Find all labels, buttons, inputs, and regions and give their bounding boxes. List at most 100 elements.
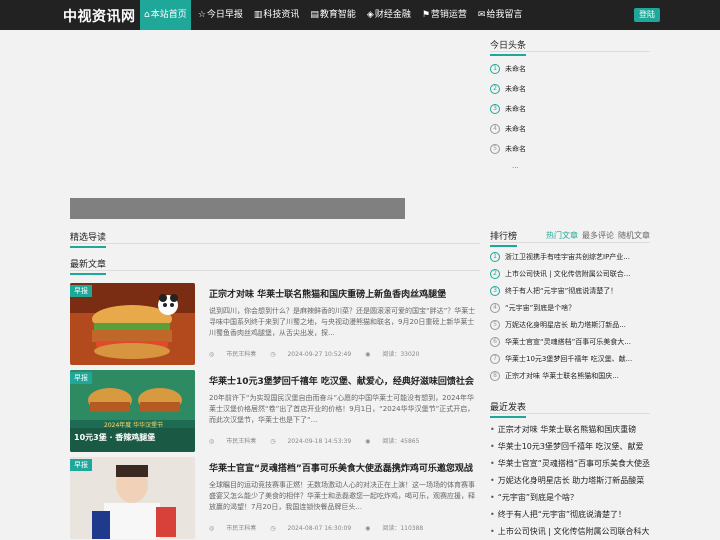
nav-label: 教育智能 [319, 10, 356, 20]
rank-item[interactable]: 7 华莱士10元3堡梦回千禧年 吃汉堡、献... [490, 350, 650, 367]
item-title: 上市公司快讯 | 文化传信附属公司联合科大 [497, 527, 650, 536]
thumbnail-caption: 10元3堡 · 香辣鸡腿堡 [74, 433, 156, 442]
nav-label: 本站首页 [150, 10, 187, 20]
bullet-icon: • [490, 459, 495, 468]
rank-heading: 排行榜 [490, 229, 518, 247]
article-date: 2024-09-27 10:52:49 [287, 351, 352, 358]
item-title: 万妮达化身明星店长 助力塔斯汀新品酸菜 [497, 476, 645, 485]
article-thumbnail[interactable]: 早报 [70, 283, 195, 365]
rank-item[interactable]: 8 正宗才对味 华莱士联名熊猫和国庆... [490, 367, 650, 384]
article-date: 2024-08-07 16:30:09 [287, 525, 352, 532]
rank-item[interactable]: 6 华莱士官宣“灵魂搭档”百事可乐美食大... [490, 333, 650, 350]
tab-hot[interactable]: 热门文章 [546, 231, 578, 240]
rank-item[interactable]: 4 “元宇宙”到底是个啥？ [490, 299, 650, 316]
rank-number: 3 [490, 285, 500, 296]
recent-item[interactable]: • 上市公司快讯 | 文化传信附属公司联合科大 [490, 523, 650, 540]
rank-item[interactable]: 2 上市公司快讯 | 文化传信附属公司联合... [490, 265, 650, 282]
today-heading-bar: 今日头条 [490, 38, 650, 56]
nav-finance[interactable]: ◈财经金融 [363, 0, 415, 30]
star-icon: ☆ [197, 10, 206, 20]
today-list: 1 未命名 2 未命名 3 未命名 4 未命名 5 未命名 [490, 59, 650, 159]
recent-heading-bar: 最近发表 [490, 400, 650, 418]
thumbnail-badge: 2024年度 华华汉堡节 [104, 422, 164, 429]
login-button[interactable]: 登陆 [634, 8, 660, 22]
article-tag: 早报 [70, 459, 92, 471]
recent-heading: 最近发表 [490, 400, 527, 418]
rank-number: 4 [490, 302, 500, 313]
rank-number: 2 [490, 268, 500, 279]
today-item[interactable]: 5 未命名 [490, 139, 650, 159]
bullet-icon: • [490, 476, 495, 485]
article-card[interactable]: 10元3堡 · 香辣鸡腿堡 2024年度 华华汉堡节 早报 华莱士10元3堡梦回… [70, 370, 480, 454]
item-title: 华莱士官宣“灵魂搭档”百事可乐美食大... [505, 337, 631, 346]
article-thumbnail[interactable]: 10元3堡 · 香辣鸡腿堡 2024年度 华华汉堡节 早报 [70, 370, 195, 452]
recent-item[interactable]: • 华莱士10元3堡梦回千禧年 吃汉堡、献爱 [490, 438, 650, 455]
nav-morning-news[interactable]: ☆今日早报 [194, 0, 247, 30]
item-title: 正宗才对味 华莱士联名熊猫和国庆重磅 [497, 425, 637, 434]
bullet-icon: • [490, 425, 495, 434]
today-item[interactable]: 4 未命名 [490, 119, 650, 139]
nav-message[interactable]: ✉给我留言 [474, 0, 527, 30]
article-title[interactable]: 华莱士10元3堡梦回千禧年 吃汉堡、献爱心，经典好滋味回馈社会 [209, 374, 479, 387]
clock-icon: ◷ [270, 525, 276, 532]
ad-banner[interactable] [70, 198, 405, 219]
article-views: 阅读：45865 [382, 438, 420, 445]
recent-item[interactable]: • “元宇宙”到底是个啥？ [490, 489, 650, 506]
today-item[interactable]: 3 未命名 [490, 99, 650, 119]
clock-icon: ◷ [270, 351, 276, 358]
rank-number: 6 [490, 336, 500, 347]
latest-heading-bar: 最新文章 [70, 257, 480, 275]
author-icon: ◎ [209, 525, 215, 532]
rank-number: 5 [490, 319, 500, 330]
article-card[interactable]: 早报 正宗才对味 华莱士联名熊猫和国庆重磅上新鱼香肉丝鸡腿堡 说到四川，你会想到… [70, 283, 480, 367]
latest-heading: 最新文章 [70, 257, 107, 275]
rank-number: 4 [490, 124, 500, 134]
today-item[interactable]: 2 未命名 [490, 79, 650, 99]
author-icon: ◎ [209, 351, 215, 358]
article-thumbnail[interactable]: 早报 [70, 457, 195, 539]
today-item[interactable]: 1 未命名 [490, 59, 650, 79]
article-meta: ◎ 市民王科奏 ◷ 2024-08-07 16:30:09 ◉ 阅读：110388 [209, 523, 479, 532]
rank-heading-bar: 排行榜 热门文章 最多评论 随机文章 [490, 229, 650, 247]
nav-marketing[interactable]: ⚑营销运营 [418, 0, 471, 30]
rank-item[interactable]: 5 万妮达化身明星店长 助力塔斯汀新品... [490, 316, 650, 333]
mail-icon: ✉ [477, 10, 486, 20]
article-excerpt: 20年前许下“为实现国民汉堡自由而奋斗”心愿的中国华莱士可能没有想到，2024年… [209, 394, 475, 424]
nav-label: 营销运营 [430, 10, 467, 20]
rank-item[interactable]: 3 终于有人把“元宇宙”彻底说清楚了！ [490, 282, 650, 299]
more-indicator: ... [512, 162, 519, 170]
article-title[interactable]: 正宗才对味 华莱士联名熊猫和国庆重磅上新鱼香肉丝鸡腿堡 [209, 287, 479, 300]
recent-item[interactable]: • 华莱士官宣“灵魂搭档”百事可乐美食大使丞 [490, 455, 650, 472]
nav-tech[interactable]: ▥科技资讯 [250, 0, 304, 30]
tab-most-comments[interactable]: 最多评论 [582, 231, 614, 240]
rank-number: 1 [490, 251, 500, 262]
rank-number: 7 [490, 353, 500, 364]
item-title: 万妮达化身明星店长 助力塔斯汀新品... [505, 320, 626, 329]
article-card[interactable]: 早报 华莱士官宣“灵魂搭档”百事可乐美食大使丞磊携炸鸡可乐邀您观战 全球瞩目的运… [70, 457, 480, 540]
recent-item[interactable]: • 万妮达化身明星店长 助力塔斯汀新品酸菜 [490, 472, 650, 489]
briefcase-icon: ▤ [310, 10, 319, 20]
article-meta: ◎ 市民王科奏 ◷ 2024-09-27 10:52:49 ◉ 阅读：33020 [209, 349, 479, 358]
nav-label: 今日早报 [206, 10, 243, 20]
recent-item[interactable]: • 正宗才对味 华莱士联名熊猫和国庆重磅 [490, 421, 650, 438]
recent-list: • 正宗才对味 华莱士联名熊猫和国庆重磅 • 华莱士10元3堡梦回千禧年 吃汉堡、献… [490, 421, 650, 540]
nav-home[interactable]: ⌂本站首页 [140, 0, 191, 30]
article-date: 2024-09-18 14:53:39 [287, 438, 352, 445]
tab-random[interactable]: 随机文章 [618, 231, 650, 240]
clock-icon: ◷ [270, 438, 276, 445]
rank-item[interactable]: 1 浙江卫视携手有哇宇宙共创综艺IP产业... [490, 248, 650, 265]
rank-tabs: 热门文章 最多评论 随机文章 [542, 230, 650, 241]
recent-item[interactable]: • 终于有人把“元宇宙”彻底说清楚了！ [490, 506, 650, 523]
chart-icon: ▥ [253, 10, 263, 20]
item-title: 终于有人把“元宇宙”彻底说清楚了！ [505, 286, 618, 295]
item-title: 未命名 [505, 105, 526, 113]
article-meta: ◎ 市民王科奏 ◷ 2024-09-18 14:53:39 ◉ 阅读：45865 [209, 436, 479, 445]
item-title: 浙江卫视携手有哇宇宙共创综艺IP产业... [505, 252, 630, 261]
money-icon: ◈ [366, 10, 374, 20]
bullet-icon: • [490, 493, 495, 502]
site-logo[interactable]: 中视资讯网 [63, 6, 136, 26]
bullet-icon: • [490, 510, 495, 519]
article-title[interactable]: 华莱士官宣“灵魂搭档”百事可乐美食大使丞磊携炸鸡可乐邀您观战 [209, 461, 479, 474]
nav-education[interactable]: ▤教育智能 [306, 0, 360, 30]
nav-label: 给我留言 [486, 10, 523, 20]
